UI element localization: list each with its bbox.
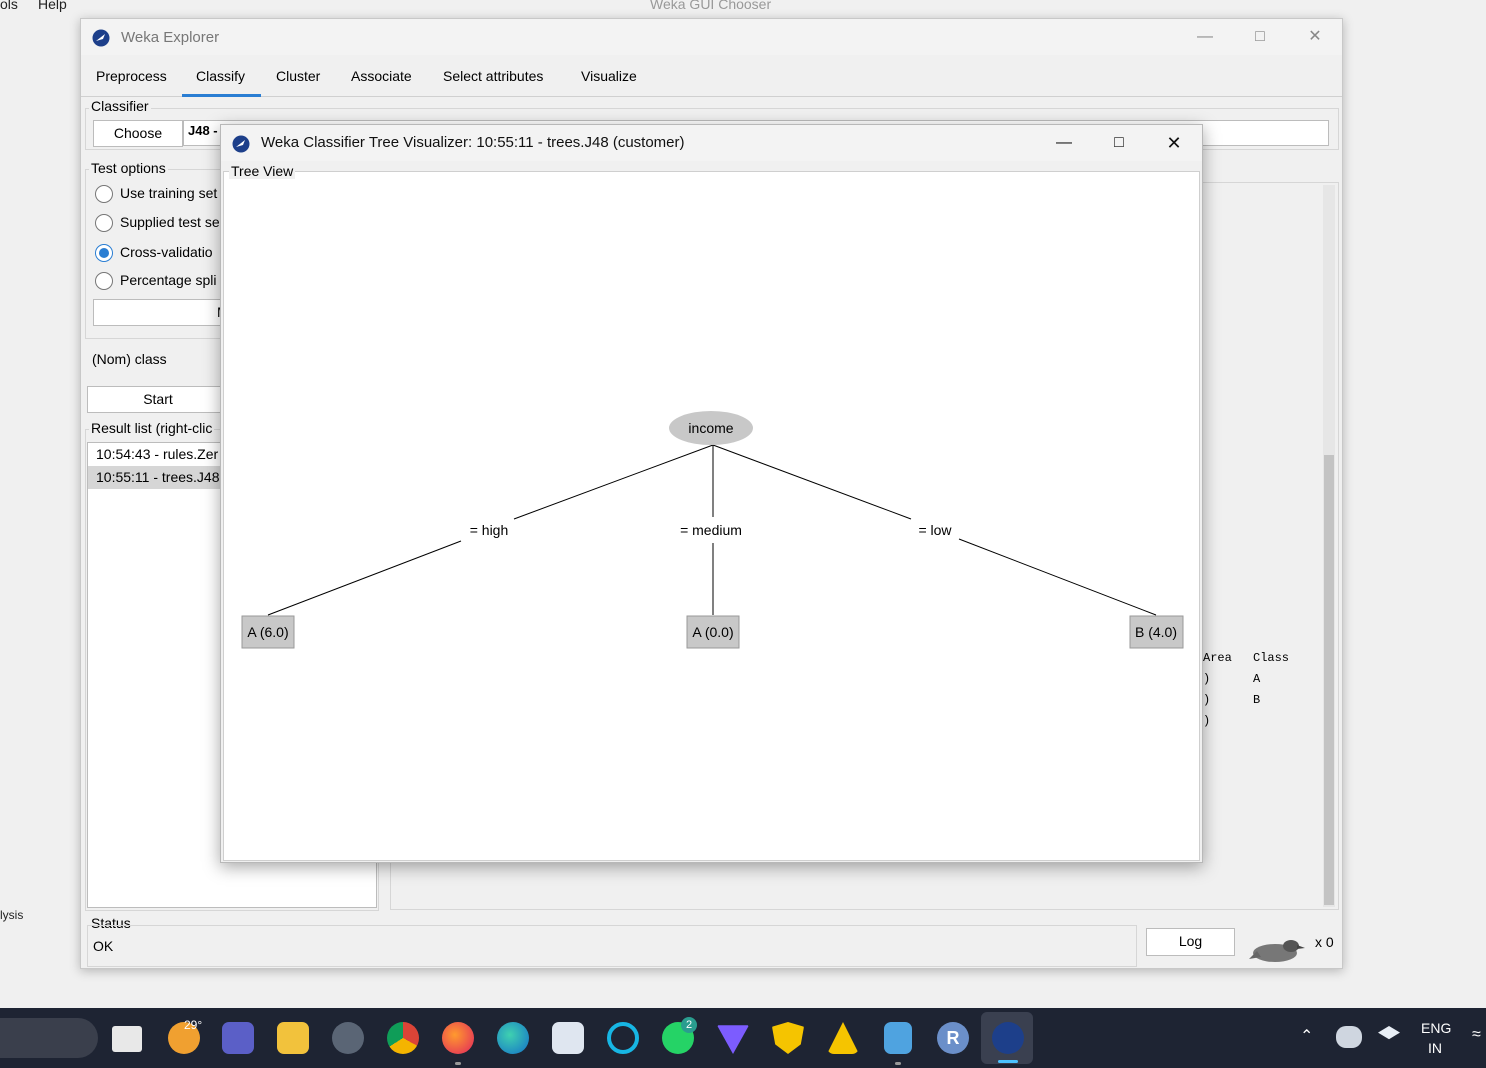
weka-status-bird-icon[interactable] bbox=[1249, 933, 1307, 967]
language-indicator-top[interactable]: ENG bbox=[1421, 1020, 1451, 1036]
tree-edge-low-lower bbox=[958, 538, 1157, 616]
tree-leaf-label: A (6.0) bbox=[247, 624, 288, 640]
proton-vpn-icon[interactable] bbox=[717, 1025, 749, 1054]
choose-button[interactable]: Choose bbox=[93, 120, 183, 147]
result-list-label: Result list (right-clic bbox=[89, 420, 215, 436]
tab-select-attributes[interactable]: Select attributes bbox=[429, 63, 557, 97]
tree-edge-label: = high bbox=[470, 522, 509, 538]
running-indicator bbox=[895, 1062, 901, 1065]
tab-cluster[interactable]: Cluster bbox=[262, 63, 334, 97]
settings-gear-icon[interactable] bbox=[332, 1022, 364, 1054]
output-bracket: ) bbox=[1203, 714, 1211, 728]
radio-button-icon[interactable] bbox=[95, 185, 113, 203]
file-explorer-icon[interactable] bbox=[277, 1022, 309, 1054]
output-bracket: ) bbox=[1203, 672, 1211, 686]
radio-button-icon[interactable] bbox=[95, 272, 113, 290]
tab-associate[interactable]: Associate bbox=[337, 63, 426, 97]
resource-monitor-icon[interactable] bbox=[552, 1022, 584, 1054]
close-icon[interactable]: ✕ bbox=[1154, 131, 1194, 155]
taskbar: 29° 2 R ⌃ ENG IN ≈ bbox=[0, 1008, 1486, 1068]
weka-bird-icon bbox=[232, 135, 250, 153]
tree-edge-label: = low bbox=[918, 522, 952, 538]
output-class-b: B bbox=[1253, 693, 1261, 707]
tree-edge-low-upper bbox=[712, 444, 912, 520]
output-class-a: A bbox=[1253, 672, 1261, 686]
firefox-icon[interactable] bbox=[442, 1022, 474, 1054]
decision-tree[interactable]: income = high = medium = low A (6.0) A (… bbox=[224, 172, 1201, 862]
radio-button-selected-icon[interactable] bbox=[95, 244, 113, 262]
tree-root-label: income bbox=[688, 420, 733, 436]
maximize-icon[interactable]: □ bbox=[1240, 25, 1280, 49]
weather-temp: 29° bbox=[184, 1018, 203, 1032]
chrome-icon[interactable] bbox=[387, 1022, 419, 1054]
output-bracket: ) bbox=[1203, 693, 1211, 707]
running-indicator bbox=[455, 1062, 461, 1065]
onedrive-icon[interactable] bbox=[1336, 1026, 1362, 1048]
status-field: OK bbox=[87, 925, 1137, 967]
tree-edge-high-lower bbox=[267, 540, 462, 616]
close-icon[interactable]: ✕ bbox=[1295, 25, 1335, 49]
notepad-icon[interactable] bbox=[884, 1022, 912, 1054]
tree-view-label: Tree View bbox=[229, 163, 296, 179]
teams-chat-icon[interactable] bbox=[222, 1022, 254, 1054]
tree-leaf-label: B (4.0) bbox=[1135, 624, 1177, 640]
tree-leaf-label: A (0.0) bbox=[692, 624, 733, 640]
minimize-icon[interactable]: — bbox=[1044, 131, 1084, 155]
output-scrollbar[interactable] bbox=[1323, 185, 1335, 907]
output-header-class: Class bbox=[1253, 651, 1290, 665]
maximize-icon[interactable]: □ bbox=[1099, 131, 1139, 155]
explorer-titlebar[interactable]: Weka Explorer — □ ✕ bbox=[81, 19, 1342, 55]
chevron-up-icon[interactable]: ⌃ bbox=[1300, 1026, 1313, 1046]
test-options-label: Test options bbox=[89, 160, 168, 176]
tree-edge-high-upper bbox=[513, 444, 714, 520]
tab-classify[interactable]: Classify bbox=[182, 63, 261, 97]
r-app-label: R bbox=[946, 1027, 960, 1048]
tree-view-panel[interactable]: income = high = medium = low A (6.0) A (… bbox=[223, 171, 1200, 861]
wifi-icon[interactable]: ≈ bbox=[1472, 1026, 1481, 1044]
weka-bird-icon bbox=[92, 29, 110, 47]
status-text: OK bbox=[93, 938, 114, 954]
alexa-icon[interactable] bbox=[607, 1022, 639, 1054]
menu-tools[interactable]: ols bbox=[0, 0, 18, 12]
tab-visualize[interactable]: Visualize bbox=[567, 63, 651, 97]
weka-taskbar-icon[interactable] bbox=[992, 1022, 1024, 1054]
output-scrollbar-thumb[interactable] bbox=[1324, 455, 1334, 905]
language-indicator-bottom[interactable]: IN bbox=[1428, 1040, 1442, 1056]
output-header-area: Area bbox=[1203, 651, 1232, 665]
security-shield-icon[interactable] bbox=[772, 1022, 804, 1054]
explorer-title: Weka Explorer bbox=[121, 29, 220, 46]
classifier-group-label: Classifier bbox=[89, 98, 151, 114]
radio-button-icon[interactable] bbox=[95, 214, 113, 232]
visualizer-title: Weka Classifier Tree Visualizer: 10:55:1… bbox=[261, 134, 685, 151]
task-count: x 0 bbox=[1315, 934, 1334, 950]
start-button[interactable]: Start bbox=[87, 386, 229, 413]
chooser-window-title: Weka GUI Chooser bbox=[650, 0, 772, 12]
tree-edge-label: = medium bbox=[680, 522, 742, 538]
warning-icon[interactable] bbox=[827, 1022, 859, 1054]
explorer-tab-bar: Preprocess Classify Cluster Associate Se… bbox=[81, 63, 1342, 97]
r-app-icon[interactable]: R bbox=[937, 1022, 969, 1054]
tab-preprocess[interactable]: Preprocess bbox=[82, 63, 181, 97]
active-indicator bbox=[998, 1060, 1018, 1063]
log-button[interactable]: Log bbox=[1146, 928, 1235, 956]
taskbar-search-box[interactable] bbox=[0, 1018, 98, 1058]
tree-visualizer-window: Weka Classifier Tree Visualizer: 10:55:1… bbox=[220, 124, 1203, 863]
edge-icon[interactable] bbox=[497, 1022, 529, 1054]
task-view-icon[interactable] bbox=[112, 1026, 142, 1052]
minimize-icon[interactable]: — bbox=[1185, 25, 1225, 49]
whatsapp-badge: 2 bbox=[681, 1017, 697, 1033]
menu-help[interactable]: Help bbox=[38, 0, 67, 12]
background-side-text: lysis bbox=[0, 908, 24, 922]
dropbox-icon[interactable] bbox=[1378, 1026, 1400, 1040]
visualizer-titlebar[interactable]: Weka Classifier Tree Visualizer: 10:55:1… bbox=[221, 125, 1202, 161]
